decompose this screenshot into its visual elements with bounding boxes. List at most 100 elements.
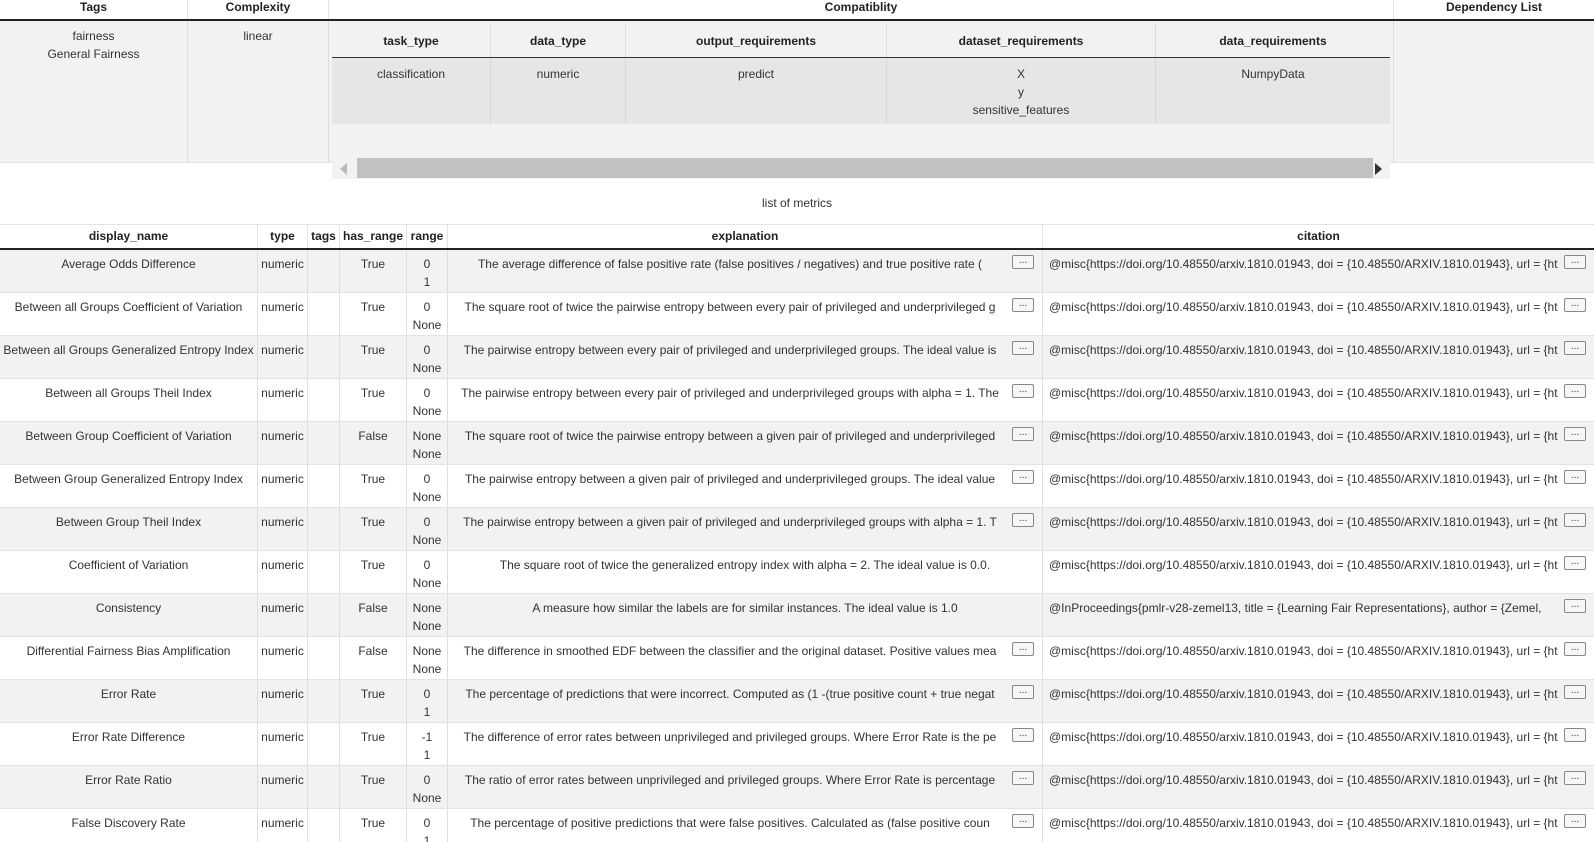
tags-cell — [308, 637, 340, 679]
tags-cell — [308, 723, 340, 765]
tags-cell — [308, 465, 340, 507]
has-range-cell: False — [340, 637, 407, 679]
citation-text: @misc{https://doi.org/10.48550/arxiv.181… — [1049, 300, 1558, 314]
range-cell: 0 1 — [407, 680, 448, 722]
explanation-cell: The difference in smoothed EDF between t… — [448, 637, 1043, 679]
header-task-type: task_type — [332, 24, 491, 57]
expand-citation-button[interactable]: ... — [1564, 642, 1586, 656]
has-range-cell: True — [340, 809, 407, 842]
citation-cell: @misc{https://doi.org/10.48550/arxiv.181… — [1043, 293, 1594, 335]
expand-explanation-button[interactable]: ... — [1012, 341, 1034, 355]
header-data-type: data_type — [491, 24, 626, 57]
citation-cell: @misc{https://doi.org/10.48550/arxiv.181… — [1043, 680, 1594, 722]
explanation-text: The pairwise entropy between every pair … — [461, 386, 999, 400]
expand-explanation-button[interactable]: ... — [1012, 470, 1034, 484]
data-type-cell: numeric — [491, 58, 626, 124]
explanation-cell: The square root of twice the pairwise en… — [448, 293, 1043, 335]
type-cell: numeric — [258, 465, 308, 507]
explanation-cell: The difference of error rates between un… — [448, 723, 1043, 765]
table-row: Between all Groups Theil Index numeric T… — [0, 379, 1594, 422]
metrics-body: Average Odds Difference numeric True 0 1… — [0, 250, 1594, 842]
range-min: 0 — [423, 257, 431, 271]
range-cell: 0 None — [407, 293, 448, 335]
range-max: None — [412, 619, 442, 633]
dataset-requirement-item: X — [1016, 67, 1025, 81]
explanation-cell: The ratio of error rates between unprivi… — [448, 766, 1043, 808]
table-row: False Discovery Rate numeric True 0 1 Th… — [0, 809, 1594, 842]
expand-explanation-button[interactable]: ... — [1012, 384, 1034, 398]
citation-cell: @misc{https://doi.org/10.48550/arxiv.181… — [1043, 723, 1594, 765]
expand-explanation-button[interactable]: ... — [1012, 771, 1034, 785]
expand-citation-button[interactable]: ... — [1564, 298, 1586, 312]
expand-citation-button[interactable]: ... — [1564, 771, 1586, 785]
explanation-text: The square root of twice the pairwise en… — [464, 429, 996, 443]
type-cell: numeric — [258, 422, 308, 464]
display-name-cell: Between Group Theil Index — [0, 508, 258, 550]
expand-citation-button[interactable]: ... — [1564, 427, 1586, 441]
expand-explanation-button[interactable]: ... — [1012, 685, 1034, 699]
tags-cell — [308, 551, 340, 593]
expand-explanation-button[interactable]: ... — [1012, 298, 1034, 312]
expand-citation-button[interactable]: ... — [1564, 556, 1586, 570]
expand-explanation-button[interactable]: ... — [1012, 642, 1034, 656]
dependency-list-cell — [1394, 21, 1594, 162]
expand-citation-button[interactable]: ... — [1564, 384, 1586, 398]
type-cell: numeric — [258, 551, 308, 593]
expand-citation-button[interactable]: ... — [1564, 341, 1586, 355]
expand-explanation-button[interactable]: ... — [1012, 255, 1034, 269]
expand-explanation-button[interactable]: ... — [1012, 728, 1034, 742]
display-name-cell: Error Rate Ratio — [0, 766, 258, 808]
range-max: None — [412, 404, 442, 418]
display-name-cell: Error Rate Difference — [0, 723, 258, 765]
range-min: None — [412, 601, 442, 615]
explanation-text: The square root of twice the pairwise en… — [464, 300, 996, 314]
range-min: 0 — [423, 472, 431, 486]
tags-cell — [308, 680, 340, 722]
header-data-requirements: data_requirements — [1219, 34, 1327, 48]
table-row: Average Odds Difference numeric True 0 1… — [0, 250, 1594, 293]
citation-cell: @misc{https://doi.org/10.48550/arxiv.181… — [1043, 250, 1594, 292]
range-max: None — [412, 490, 442, 504]
metrics-table: display_name type tags has_range range e… — [0, 224, 1594, 842]
explanation-text: The percentage of predictions that were … — [465, 687, 995, 701]
dataset-requirement-item: sensitive_features — [972, 103, 1070, 117]
expand-citation-button[interactable]: ... — [1564, 470, 1586, 484]
expand-explanation-button[interactable]: ... — [1012, 513, 1034, 527]
tags-cell — [308, 293, 340, 335]
display-name-cell: Between all Groups Theil Index — [0, 379, 258, 421]
range-min: -1 — [421, 730, 433, 744]
expand-citation-button[interactable]: ... — [1564, 685, 1586, 699]
tags-cell — [308, 766, 340, 808]
has-range-cell: False — [340, 594, 407, 636]
expand-explanation-button[interactable]: ... — [1012, 814, 1034, 828]
expand-citation-button[interactable]: ... — [1564, 728, 1586, 742]
display-name-cell: Between Group Generalized Entropy Index — [0, 465, 258, 507]
expand-citation-button[interactable]: ... — [1564, 255, 1586, 269]
citation-text: @misc{https://doi.org/10.48550/arxiv.181… — [1049, 472, 1558, 486]
header-dependency-list: Dependency List — [1445, 0, 1543, 14]
range-cell: 0 None — [407, 336, 448, 378]
range-cell: 0 None — [407, 465, 448, 507]
explanation-cell: A measure how similar the labels are for… — [448, 594, 1043, 636]
scroll-right-arrow-icon[interactable] — [1375, 163, 1382, 175]
type-cell: numeric — [258, 723, 308, 765]
range-max: None — [412, 791, 442, 805]
scrollbar-thumb[interactable] — [357, 158, 1373, 178]
range-min: 0 — [423, 386, 431, 400]
expand-citation-button[interactable]: ... — [1564, 599, 1586, 613]
display-name-cell: Differential Fairness Bias Amplification — [0, 637, 258, 679]
range-cell: 0 1 — [407, 809, 448, 842]
explanation-text: A measure how similar the labels are for… — [532, 601, 958, 615]
explanation-cell: The square root of twice the pairwise en… — [448, 422, 1043, 464]
horizontal-scrollbar[interactable] — [332, 157, 1390, 179]
citation-text: @misc{https://doi.org/10.48550/arxiv.181… — [1049, 558, 1558, 572]
expand-explanation-button[interactable]: ... — [1012, 427, 1034, 441]
range-cell: 0 None — [407, 379, 448, 421]
expand-citation-button[interactable]: ... — [1564, 814, 1586, 828]
expand-citation-button[interactable]: ... — [1564, 513, 1586, 527]
scroll-left-arrow-icon[interactable] — [340, 163, 347, 175]
model-info-row: fairness General Fairness linear task_ty… — [0, 21, 1594, 179]
has-range-cell: True — [340, 680, 407, 722]
tag-item: General Fairness — [47, 47, 140, 61]
explanation-cell: The pairwise entropy between a given pai… — [448, 508, 1043, 550]
